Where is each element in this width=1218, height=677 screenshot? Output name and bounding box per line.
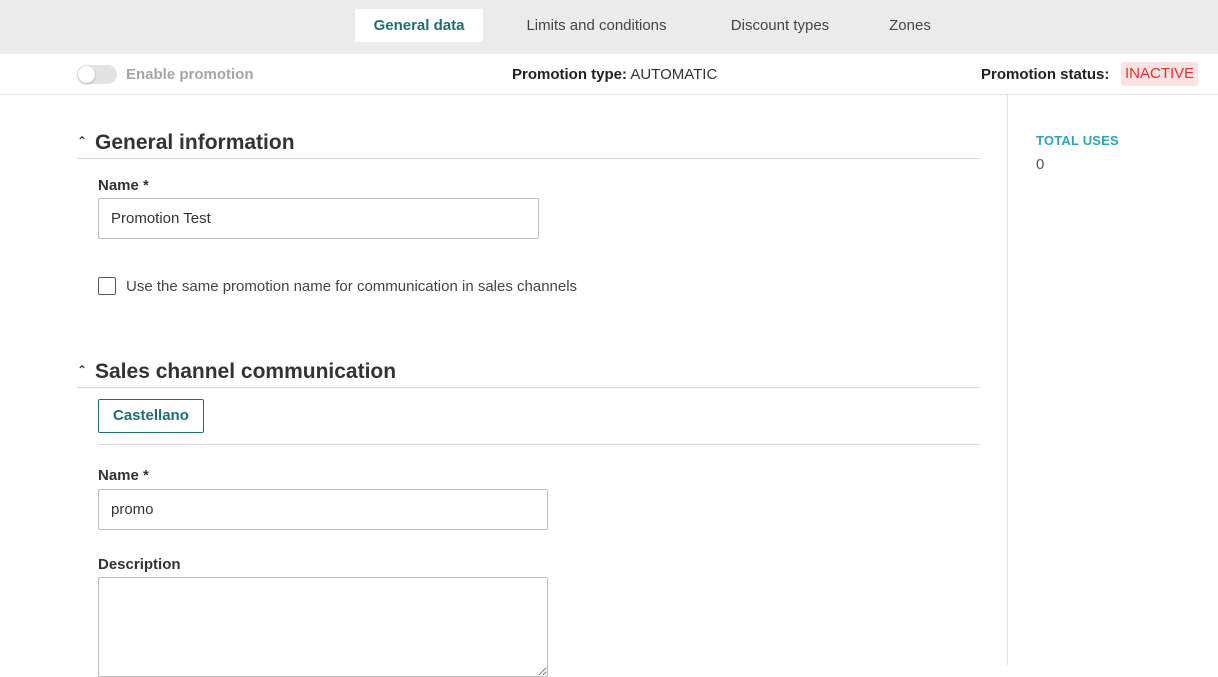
total-uses-label: TOTAL USES [1036, 133, 1119, 148]
tab-discount-types[interactable]: Discount types [716, 9, 844, 42]
chevron-up-icon: ⌃ [77, 363, 88, 378]
chevron-up-icon: ⌃ [77, 134, 88, 149]
toggle-knob [78, 66, 95, 83]
channel-name-label: Name * [98, 467, 149, 484]
general-name-label: Name * [98, 177, 149, 194]
divider [77, 158, 980, 159]
stats-sidebar: TOTAL USES 0 [1007, 95, 1218, 665]
promotion-status-badge: INACTIVE [1121, 62, 1199, 86]
divider [77, 387, 980, 388]
general-name-input[interactable] [98, 198, 539, 239]
divider [98, 444, 980, 445]
promotion-type: Promotion type: AUTOMATIC [512, 65, 717, 84]
description-label: Description [98, 556, 181, 573]
promotion-type-value: AUTOMATIC [630, 66, 718, 83]
same-name-checkbox[interactable] [98, 277, 116, 295]
same-name-checkbox-label[interactable]: Use the same promotion name for communic… [126, 278, 577, 295]
promotion-status-bar: Enable promotion Promotion type: AUTOMAT… [0, 54, 1218, 95]
tab-limits-and-conditions[interactable]: Limits and conditions [510, 9, 683, 42]
enable-promotion-toggle[interactable] [77, 65, 117, 84]
section-general-information-title: General information [95, 131, 295, 154]
promotion-status-label: Promotion status: [981, 66, 1110, 83]
promotion-type-label: Promotion type: [512, 66, 627, 83]
total-uses-value: 0 [1036, 156, 1045, 173]
enable-promotion-label: Enable promotion [126, 66, 254, 83]
section-general-information[interactable]: ⌃ General information [77, 130, 295, 156]
same-name-checkbox-row[interactable]: Use the same promotion name for communic… [98, 276, 577, 296]
section-sales-channel-communication[interactable]: ⌃ Sales channel communication [77, 359, 396, 385]
description-textarea[interactable] [98, 577, 548, 677]
language-tab-castellano[interactable]: Castellano [98, 399, 204, 433]
tab-general-data[interactable]: General data [355, 9, 483, 42]
channel-name-input[interactable] [98, 489, 548, 530]
tab-zones[interactable]: Zones [876, 9, 944, 42]
tab-bar: General data Limits and conditions Disco… [0, 0, 1218, 54]
section-sales-channel-title: Sales channel communication [95, 360, 397, 383]
